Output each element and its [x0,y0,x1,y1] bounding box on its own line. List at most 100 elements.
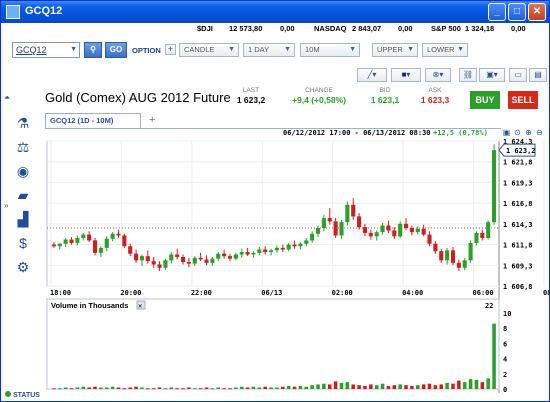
price-volume-chart[interactable]: 1 624,31 621,81 619,31 616,81 614,31 611… [1,1,550,402]
candle-body [409,228,414,233]
volume-bar [81,386,86,389]
volume-bar [204,387,209,389]
volume-bar [58,388,62,390]
candle-body [227,256,233,259]
app-window: GCQ12 _ □ ✕ $DJI 12 573,80 0,00 NASDAQ 2… [0,0,550,402]
volume-bar [193,388,197,390]
volume-bar [339,382,344,389]
volume-bar [251,386,256,389]
status-label: STATUS [13,392,40,399]
volume-bar [69,388,74,390]
candle-body [104,238,109,248]
candle-body [51,244,56,247]
status-indicator[interactable]: STATUS [5,391,40,399]
candle-body [180,257,186,262]
volume-bar [363,385,367,389]
volume-bar [163,388,168,390]
candle-body [222,253,227,257]
volume-bar [228,388,232,390]
candle-body [468,242,473,261]
candle-body [110,233,115,239]
candle-body [456,262,461,268]
candle-body [75,237,80,243]
volume-bar [52,388,56,390]
volume-bar [457,380,461,389]
volume-plot-area [46,298,500,390]
volume-bar [427,383,432,389]
candle-body [480,232,485,238]
candle-body [251,252,256,255]
candle-body [274,247,279,251]
time-tick-label: 08:00 [543,289,550,297]
candle-body [157,264,162,268]
volume-bar [369,384,373,389]
volume-bar [187,387,191,389]
candle-body [304,240,309,244]
volume-tick-label: 0 [503,386,507,394]
volume-bar [281,386,285,389]
volume-tick-label: 4 [503,356,507,364]
volume-bar [257,387,262,389]
volume-bar [392,385,397,389]
candle-body [398,223,403,237]
volume-bar [216,387,221,389]
candle-body [269,250,274,253]
volume-bar [116,387,121,389]
candle-body [87,234,92,241]
volume-tick-label: 2 [503,371,507,379]
candle-body [98,247,103,253]
volume-bar [75,387,80,389]
volume-max-label: 22 [485,302,493,310]
price-tick-label: 1 619,3 [503,179,533,187]
volume-bar [351,384,355,389]
volume-bar [462,382,467,389]
candle-body [445,250,450,261]
candle-body [327,218,332,222]
volume-bar [151,388,156,390]
volume-bar [275,387,279,389]
candle-body [433,243,438,252]
candle-body [298,243,303,247]
volume-bar [169,387,174,389]
volume-bar [316,384,320,389]
candle-body [128,246,133,254]
price-tick-label: 1 611,8 [503,242,533,250]
volume-bar [398,384,402,389]
volume-bar [134,386,138,389]
volume-bar [181,388,185,390]
candle-body [122,235,127,247]
volume-bar [140,387,144,389]
candle-body [134,253,139,261]
volume-bar [210,388,215,390]
volume-bar [327,384,332,389]
candle-body [374,232,379,237]
volume-bar [286,385,291,389]
volume-bar [439,384,444,389]
volume-bar [269,387,273,389]
candle-body [386,225,391,231]
candle-body [139,256,145,261]
volume-bar [468,379,473,389]
volume-bar [357,385,361,389]
volume-bar [157,387,162,389]
candle-body [145,256,150,262]
candle-body [310,233,315,241]
volume-tick-label: 10 [503,310,511,318]
candle-body [403,223,409,228]
time-tick-label: 20:00 [120,289,141,297]
candle-body [216,253,221,259]
volume-bar [404,385,408,389]
candle-body [321,218,326,228]
candle-body [339,222,344,236]
volume-bar [122,388,127,390]
candle-body [351,204,356,217]
volume-bar [198,388,203,390]
volume-bar [480,382,485,389]
candle-body [92,240,98,253]
candle-body [292,244,297,247]
time-tick-label: 04:00 [402,289,423,297]
candle-body [392,230,397,237]
volume-bar [110,386,115,389]
volume-tick-label: 8 [503,325,507,333]
status-dot-icon [5,391,11,397]
